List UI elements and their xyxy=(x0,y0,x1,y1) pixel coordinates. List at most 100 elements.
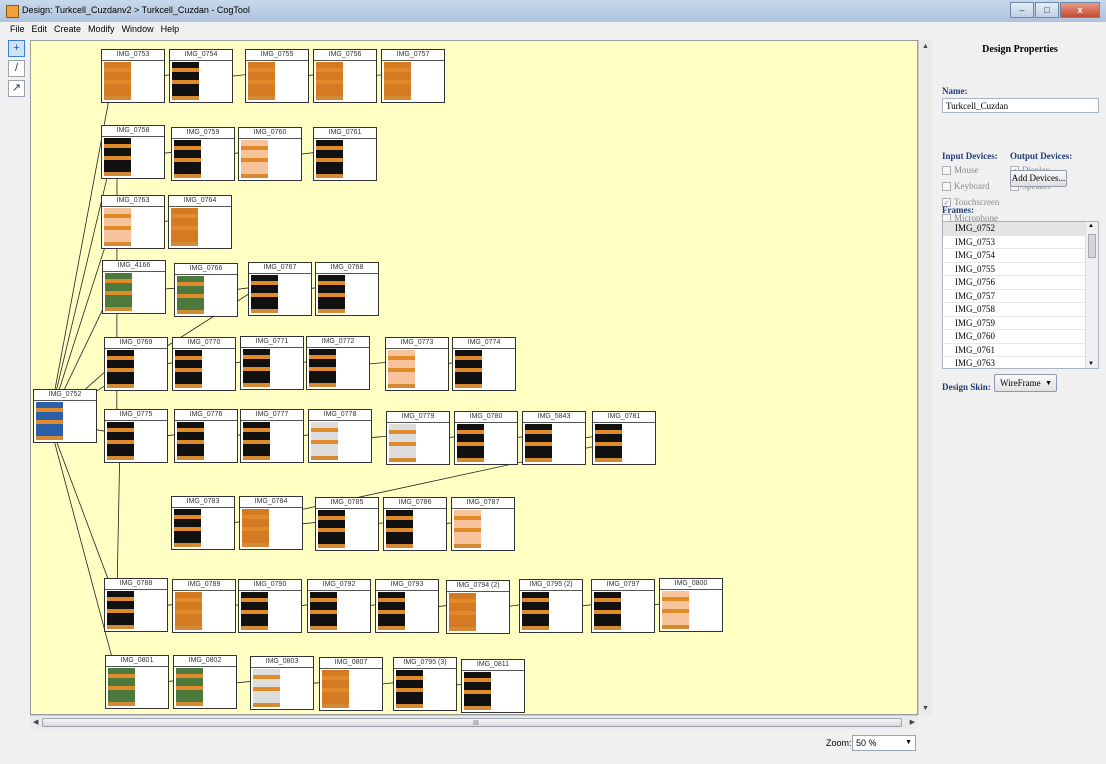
checkbox-keyboard[interactable]: Keyboard xyxy=(942,181,990,191)
design-canvas[interactable]: IMG_0753 IMG_0754 IMG_0755 IMG_0756 IMG_0757… xyxy=(30,40,918,715)
frame-node[interactable]: IMG_0758 xyxy=(101,125,165,179)
menu-edit[interactable]: Edit xyxy=(32,22,48,37)
frame-node[interactable]: IMG_0794 (2) xyxy=(446,580,510,634)
frame-node[interactable]: IMG_0770 xyxy=(172,337,236,391)
frame-node[interactable]: IMG_0767 xyxy=(248,262,312,316)
frame-list-item[interactable]: IMG_0763 xyxy=(943,357,1098,368)
frame-node[interactable]: IMG_0768 xyxy=(315,262,379,316)
frame-node[interactable]: IMG_0795 (3) xyxy=(393,657,457,711)
frame-node[interactable]: IMG_0766 xyxy=(174,263,238,317)
frame-node[interactable]: IMG_0760 xyxy=(238,127,302,181)
frame-list-item[interactable]: IMG_0761 xyxy=(943,344,1098,357)
list-scroll-thumb[interactable] xyxy=(1088,234,1096,258)
frame-list-item[interactable]: IMG_0753 xyxy=(943,236,1098,249)
frame-node[interactable]: IMG_0759 xyxy=(171,127,235,181)
frame-node[interactable]: IMG_0775 xyxy=(104,409,168,463)
frame-label: IMG_0802 xyxy=(174,656,236,667)
frame-node[interactable]: IMG_0790 xyxy=(238,579,302,633)
frame-node[interactable]: IMG_0778 xyxy=(308,409,372,463)
frame-list-item[interactable]: IMG_0755 xyxy=(943,263,1098,276)
frames-list-scrollbar[interactable]: ▲ ▼ xyxy=(1085,222,1098,368)
frame-node[interactable]: IMG_0754 xyxy=(169,49,233,103)
frame-list-item[interactable]: IMG_0752 xyxy=(943,222,1098,236)
menu-modify[interactable]: Modify xyxy=(88,22,115,37)
frame-node[interactable]: IMG_0795 (2) xyxy=(519,579,583,633)
list-scroll-down-icon[interactable]: ▼ xyxy=(1088,361,1094,367)
frame-node[interactable]: IMG_0752 xyxy=(33,389,97,443)
frame-node[interactable]: IMG_0780 xyxy=(454,411,518,465)
menu-help[interactable]: Help xyxy=(161,22,180,37)
frame-node[interactable]: IMG_0773 xyxy=(385,337,449,391)
screenshot-bar xyxy=(104,214,132,218)
frame-list-item[interactable]: IMG_0756 xyxy=(943,276,1098,290)
frame-node[interactable]: IMG_0755 xyxy=(245,49,309,103)
frame-node[interactable]: IMG_0776 xyxy=(174,409,238,463)
frame-node[interactable]: IMG_0761 xyxy=(313,127,377,181)
transition-tool-icon[interactable]: ↗ xyxy=(8,80,25,97)
frame-node[interactable]: IMG_0786 xyxy=(383,497,447,551)
frame-node[interactable]: IMG_0781 xyxy=(592,411,656,465)
name-field[interactable] xyxy=(942,98,1099,113)
close-button[interactable]: x xyxy=(1060,2,1100,18)
screenshot-bar xyxy=(171,242,199,246)
frame-node[interactable]: IMG_0783 xyxy=(171,496,235,550)
select-tool-icon[interactable]: + xyxy=(8,40,25,57)
frame-label: IMG_0757 xyxy=(382,50,444,61)
frame-node[interactable]: IMG_0772 xyxy=(306,336,370,390)
frame-list-item[interactable]: IMG_0759 xyxy=(943,317,1098,330)
frame-list-item[interactable]: IMG_0758 xyxy=(943,303,1098,317)
frame-node[interactable]: IMG_0763 xyxy=(101,195,165,249)
minimize-button[interactable]: – xyxy=(1010,2,1034,18)
frame-node[interactable]: IMG_0777 xyxy=(240,409,304,463)
horizontal-scrollbar[interactable]: ◀ III ▶ xyxy=(30,715,918,729)
frames-list[interactable]: IMG_0752 IMG_0753 IMG_0754 IMG_0755 IMG_… xyxy=(942,221,1099,369)
checkbox-mouse[interactable]: Mouse xyxy=(942,165,979,175)
frame-node[interactable]: IMG_0771 xyxy=(240,336,304,390)
frame-node[interactable]: IMG_0779 xyxy=(386,411,450,465)
menu-window[interactable]: Window xyxy=(122,22,154,37)
frame-node[interactable]: IMG_0811 xyxy=(461,659,525,713)
scroll-up-arrow-icon[interactable]: ▲ xyxy=(922,43,929,50)
frame-node[interactable]: IMG_0789 xyxy=(172,579,236,633)
frame-node[interactable]: IMG_0756 xyxy=(313,49,377,103)
frame-node[interactable]: IMG_0787 xyxy=(451,497,515,551)
list-scroll-up-icon[interactable]: ▲ xyxy=(1088,223,1094,229)
zoom-select[interactable]: 50 % ▼ xyxy=(852,735,916,751)
menu-file[interactable]: File xyxy=(10,22,25,37)
frame-list-item[interactable]: IMG_0757 xyxy=(943,290,1098,303)
frame-node[interactable]: IMG_0797 xyxy=(591,579,655,633)
vertical-scrollbar[interactable]: ▲ ▼ xyxy=(918,40,932,715)
pencil-tool-icon[interactable]: / xyxy=(8,60,25,77)
add-devices-button[interactable]: Add Devices... xyxy=(1010,170,1067,187)
frame-node[interactable]: IMG_0774 xyxy=(452,337,516,391)
frame-node[interactable]: IMG_0801 xyxy=(105,655,169,709)
frame-node[interactable]: IMG_0788 xyxy=(104,578,168,632)
frame-node[interactable]: IMG_0784 xyxy=(239,496,303,550)
design-skin-select[interactable]: WireFrame ▼ xyxy=(994,374,1057,392)
frame-node[interactable]: IMG_0764 xyxy=(168,195,232,249)
scroll-right-arrow-icon[interactable]: ▶ xyxy=(910,718,915,726)
frame-list-item[interactable]: IMG_0754 xyxy=(943,249,1098,263)
frame-label: IMG_0795 (3) xyxy=(394,658,456,669)
frame-node[interactable]: IMG_0803 xyxy=(250,656,314,710)
frame-label: IMG_0752 xyxy=(34,390,96,401)
frame-list-item[interactable]: IMG_0760 xyxy=(943,330,1098,344)
scroll-down-arrow-icon[interactable]: ▼ xyxy=(922,705,929,712)
scroll-left-arrow-icon[interactable]: ◀ xyxy=(33,718,38,726)
frame-node[interactable]: IMG_0757 xyxy=(381,49,445,103)
frame-node[interactable]: IMG_0800 xyxy=(659,578,723,632)
maximize-button[interactable]: □ xyxy=(1035,2,1059,18)
frame-node[interactable]: IMG_5843 xyxy=(522,411,586,465)
frame-node[interactable]: IMG_0807 xyxy=(319,657,383,711)
frame-node[interactable]: IMG_0769 xyxy=(104,337,168,391)
frame-node[interactable]: IMG_4166 xyxy=(102,260,166,314)
horizontal-scroll-thumb[interactable]: III xyxy=(42,718,902,727)
frame-node[interactable]: IMG_0793 xyxy=(375,579,439,633)
frame-node[interactable]: IMG_0792 xyxy=(307,579,371,633)
frame-node[interactable]: IMG_0785 xyxy=(315,497,379,551)
menu-create[interactable]: Create xyxy=(54,22,81,37)
frame-node[interactable]: IMG_0802 xyxy=(173,655,237,709)
frame-label: IMG_4166 xyxy=(103,261,165,272)
screenshot-bar xyxy=(108,702,136,706)
frame-node[interactable]: IMG_0753 xyxy=(101,49,165,103)
